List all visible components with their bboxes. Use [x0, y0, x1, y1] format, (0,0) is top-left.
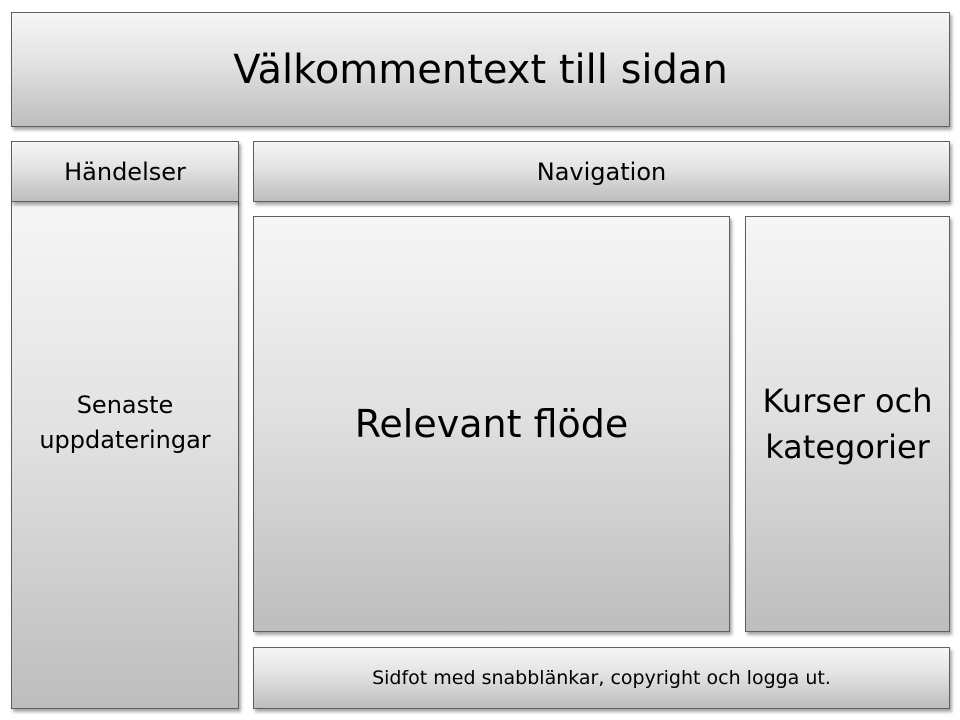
navigation-box: Navigation — [253, 141, 950, 202]
navigation-text: Navigation — [536, 157, 667, 186]
events-header-box: Händelser — [11, 141, 239, 202]
header-welcome-text: Välkommentext till sidan — [233, 46, 728, 93]
courses-categories-box: Kurser och kategorier — [745, 216, 950, 632]
courses-categories-text: Kurser och kategorier — [762, 381, 933, 466]
relevant-feed-text: Relevant flöde — [354, 402, 629, 446]
events-title: Händelser — [64, 157, 186, 186]
relevant-feed-box: Relevant flöde — [253, 216, 730, 632]
header-welcome-box: Välkommentext till sidan — [11, 12, 950, 127]
events-body-text: Senaste uppdateringar — [39, 391, 211, 454]
footer-box: Sidfot med snabblänkar, copyright och lo… — [253, 647, 950, 709]
events-body-box: Senaste uppdateringar — [11, 201, 239, 709]
footer-text: Sidfot med snabblänkar, copyright och lo… — [372, 667, 831, 689]
